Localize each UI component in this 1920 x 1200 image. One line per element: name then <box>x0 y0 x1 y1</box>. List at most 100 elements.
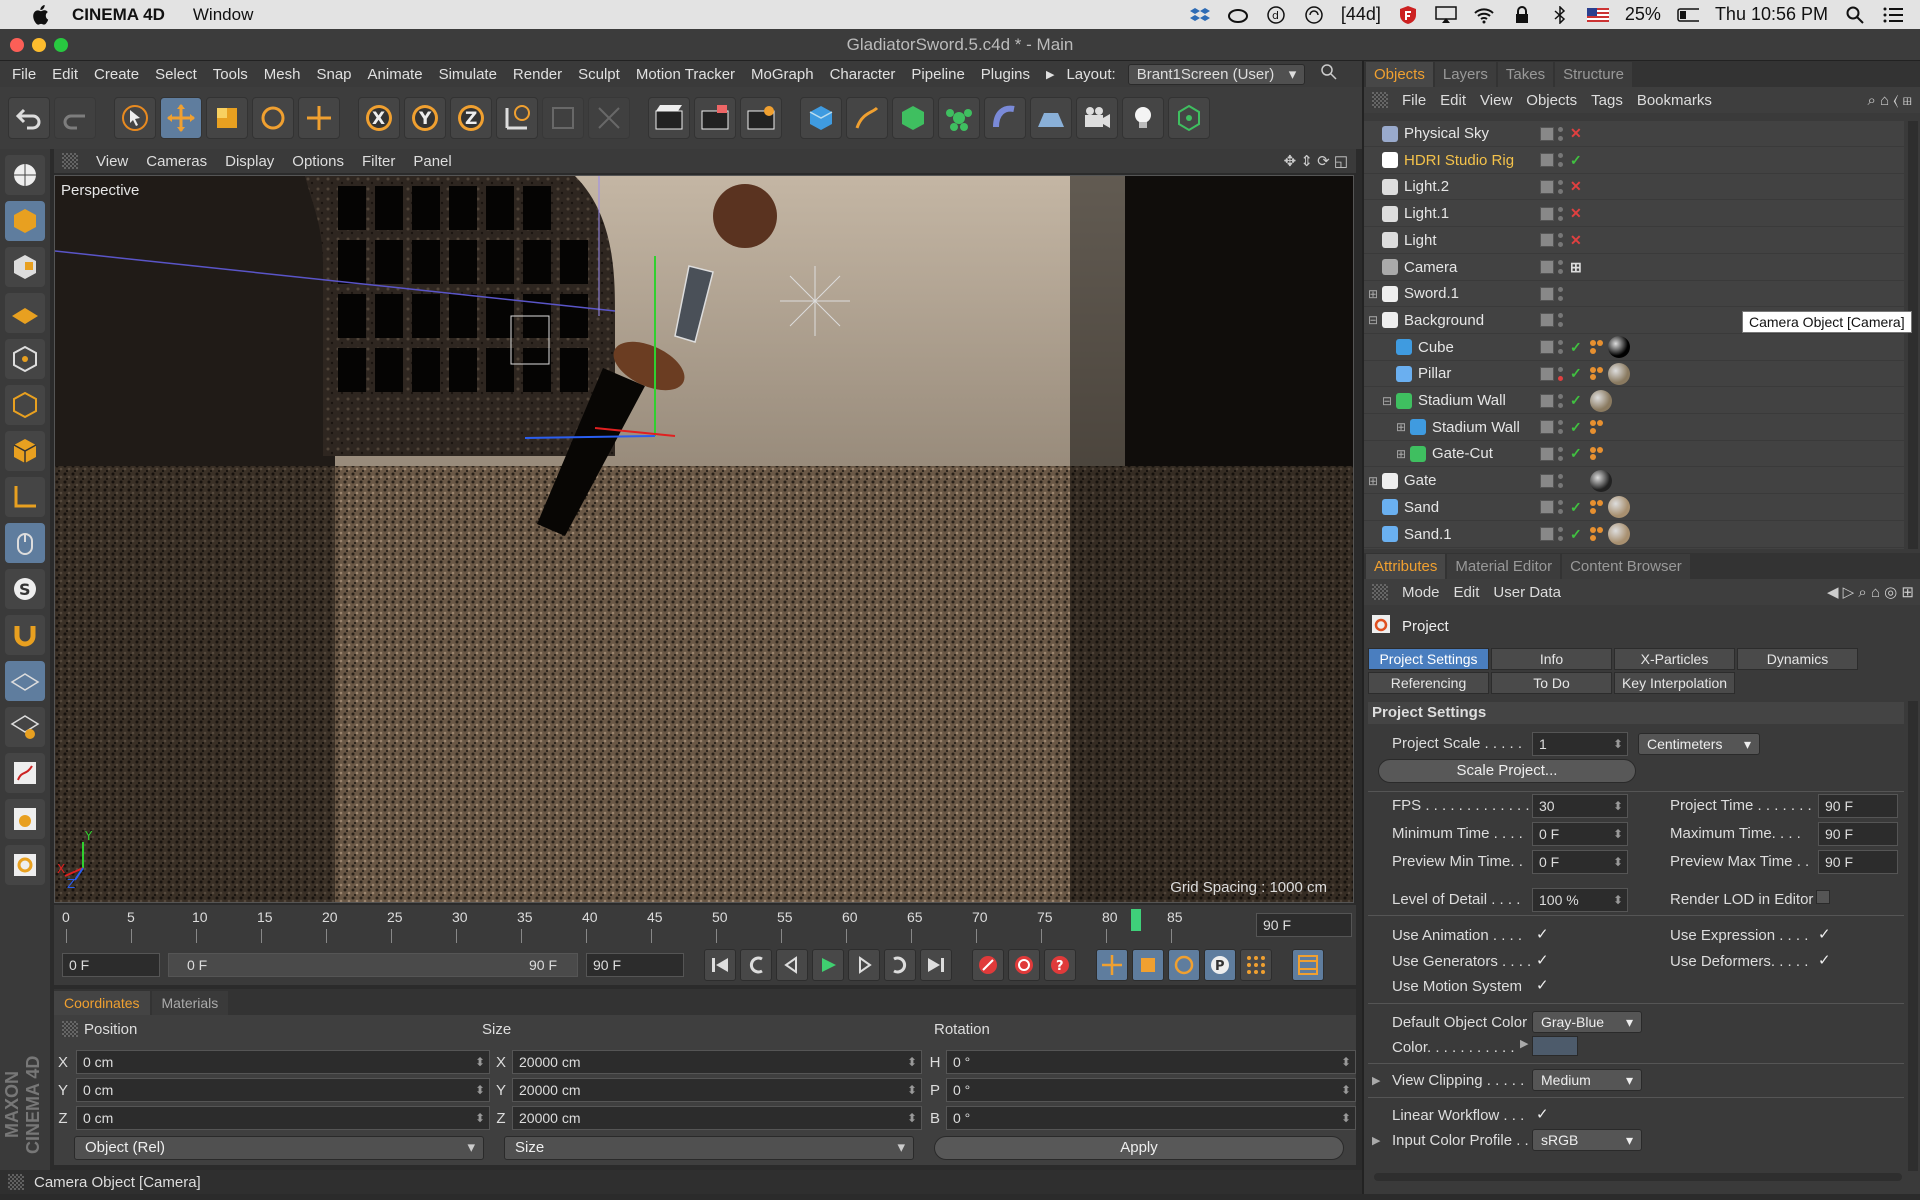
tab-content-browser[interactable]: Content Browser <box>1562 554 1690 579</box>
object-list-scrollbar[interactable] <box>1908 121 1918 549</box>
rot-h-field[interactable]: 0 ° <box>946 1050 1356 1074</box>
cube-icon[interactable] <box>800 97 842 139</box>
object-name[interactable]: Cube <box>1418 339 1454 356</box>
editor-render-visibility-dots[interactable] <box>1558 446 1564 461</box>
tab-takes[interactable]: Takes <box>1497 62 1554 87</box>
vp-menu-options[interactable]: Options <box>292 153 344 170</box>
use-deformers-checkbox[interactable]: ✓ <box>1818 951 1831 969</box>
object-row[interactable]: Physical Sky ✕ <box>1364 121 1904 147</box>
object-row[interactable]: ⊞ Gate <box>1364 468 1904 495</box>
clock[interactable]: Thu 10:56 PM <box>1715 4 1828 25</box>
editor-render-visibility-dots[interactable] <box>1558 473 1564 488</box>
expand-icon[interactable]: ⊞ <box>1368 474 1378 488</box>
key-parameter-icon[interactable]: P <box>1204 949 1236 981</box>
render-lod-checkbox[interactable] <box>1816 890 1830 904</box>
object-row[interactable]: ⊞ Gate-Cut ✓ <box>1364 441 1904 468</box>
expand-icon[interactable]: ⊞ <box>1396 420 1406 434</box>
chevron-right-icon[interactable]: ▶ <box>1046 68 1054 81</box>
preview-min-field[interactable]: 0 F <box>1532 850 1628 874</box>
menu-sculpt[interactable]: Sculpt <box>578 66 620 83</box>
linear-workflow-checkbox[interactable]: ✓ <box>1536 1105 1549 1123</box>
pos-z-field[interactable]: 0 cm <box>76 1106 490 1130</box>
tab-coordinates[interactable]: Coordinates <box>54 991 150 1015</box>
previous-key-icon[interactable] <box>740 949 772 981</box>
dropbox-icon[interactable] <box>1189 5 1211 25</box>
object-row[interactable]: Cube ✓ <box>1364 335 1904 361</box>
scale-project-button[interactable]: Scale Project... <box>1378 759 1636 783</box>
object-enabled-toggle[interactable]: ✓ <box>1570 339 1582 356</box>
view-clipping-dropdown[interactable]: Medium <box>1532 1069 1642 1091</box>
autokeying-icon[interactable] <box>1008 949 1040 981</box>
timeline[interactable]: 0 5 10 15 20 25 30 35 40 45 50 55 60 65 70 75 80 85 90 F <box>54 905 1356 945</box>
editor-render-visibility-dots[interactable] <box>1558 286 1564 301</box>
x-axis-lock-icon[interactable]: X <box>358 97 400 139</box>
editor-render-visibility-dots[interactable] <box>1558 179 1564 194</box>
object-row[interactable]: ⊟ Stadium Wall ✓ <box>1364 388 1904 414</box>
size-y-field[interactable]: 20000 cm <box>512 1078 922 1102</box>
status-grip-icon[interactable] <box>8 1174 24 1190</box>
om-menu-bookmarks[interactable]: Bookmarks <box>1637 92 1712 109</box>
timeline-window-icon[interactable] <box>1292 949 1324 981</box>
scale-tool-icon[interactable] <box>206 97 248 139</box>
close-window-button[interactable] <box>10 38 24 52</box>
object-enabled-toggle[interactable]: ✓ <box>1570 365 1582 382</box>
subtab-x-particles[interactable]: X-Particles <box>1614 648 1735 670</box>
go-to-end-icon[interactable] <box>920 949 952 981</box>
editor-render-visibility-dots[interactable] <box>1558 206 1564 221</box>
object-name[interactable]: Light.1 <box>1404 205 1449 222</box>
key-pla-icon[interactable] <box>1240 949 1272 981</box>
viewport-nav-icons[interactable]: ✥ ⇕ ⟳ ◱ <box>1284 152 1348 170</box>
om-menu-tags[interactable]: Tags <box>1591 92 1623 109</box>
object-name[interactable]: Gate-Cut <box>1432 445 1493 462</box>
polygons-mode-icon[interactable] <box>5 431 45 471</box>
material-tag-icon[interactable] <box>1608 362 1630 385</box>
layer-visibility-icon[interactable] <box>1540 366 1554 381</box>
object-name[interactable]: Physical Sky <box>1404 125 1489 142</box>
expand-icon[interactable]: ⊞ <box>1368 287 1378 301</box>
search-icon[interactable] <box>1321 64 1337 84</box>
object-enabled-toggle[interactable]: ⊞ <box>1570 259 1582 276</box>
key-rotation-icon[interactable] <box>1168 949 1200 981</box>
om-menu-objects[interactable]: Objects <box>1526 92 1577 109</box>
end-frame-field[interactable]: 90 F <box>586 953 684 977</box>
subtab-info[interactable]: Info <box>1491 648 1612 670</box>
object-row[interactable]: Light.1 ✕ <box>1364 201 1904 228</box>
om-menu-file[interactable]: File <box>1402 92 1426 109</box>
editor-render-visibility-dots[interactable] <box>1558 420 1564 435</box>
object-name[interactable]: Light <box>1404 232 1437 249</box>
use-model-mode-icon[interactable] <box>5 155 45 195</box>
magnet-icon[interactable] <box>5 615 45 655</box>
editor-render-visibility-dots[interactable] <box>1558 366 1564 381</box>
subtab-to-do[interactable]: To Do <box>1491 672 1612 694</box>
floor-icon[interactable] <box>1030 97 1072 139</box>
subtab-referencing[interactable]: Referencing <box>1368 672 1489 694</box>
next-frame-icon[interactable] <box>848 949 880 981</box>
input-profile-dropdown[interactable]: sRGB <box>1532 1129 1642 1151</box>
layer-visibility-icon[interactable] <box>1540 126 1554 141</box>
coord-grip-icon[interactable] <box>62 1021 78 1037</box>
menu-character[interactable]: Character <box>830 66 896 83</box>
object-row[interactable]: Pillar ✓ <box>1364 361 1904 388</box>
play-forward-icon[interactable] <box>812 949 844 981</box>
tweak-mode-icon[interactable] <box>5 523 45 563</box>
object-enabled-toggle[interactable]: ✓ <box>1570 445 1582 462</box>
status-44d[interactable]: [44d] <box>1341 4 1381 25</box>
size-z-field[interactable]: 20000 cm <box>512 1106 922 1130</box>
previous-frame-icon[interactable] <box>776 949 808 981</box>
go-to-start-icon[interactable] <box>704 949 736 981</box>
object-enabled-toggle[interactable]: ✓ <box>1570 419 1582 436</box>
attr-grip-icon[interactable] <box>1372 584 1388 600</box>
object-row[interactable]: Camera ⊞ <box>1364 255 1904 281</box>
mograph-cloner-icon[interactable] <box>938 97 980 139</box>
sketch-icon[interactable] <box>5 753 45 793</box>
object-row[interactable]: Sand ✓ <box>1364 495 1904 521</box>
use-generators-checkbox[interactable]: ✓ <box>1536 951 1549 969</box>
layer-visibility-icon[interactable] <box>1540 260 1554 274</box>
object-name[interactable]: HDRI Studio Rig <box>1404 152 1514 169</box>
d-circle-icon[interactable]: d <box>1265 5 1287 25</box>
lod-field[interactable]: 100 % <box>1532 888 1628 912</box>
keyframe-selection-icon[interactable]: ? <box>1044 949 1076 981</box>
project-time-field[interactable]: 90 F <box>1818 794 1898 818</box>
layer-visibility-icon[interactable] <box>1540 473 1554 488</box>
frame-range-slider[interactable]: 0 F 90 F <box>168 953 578 977</box>
